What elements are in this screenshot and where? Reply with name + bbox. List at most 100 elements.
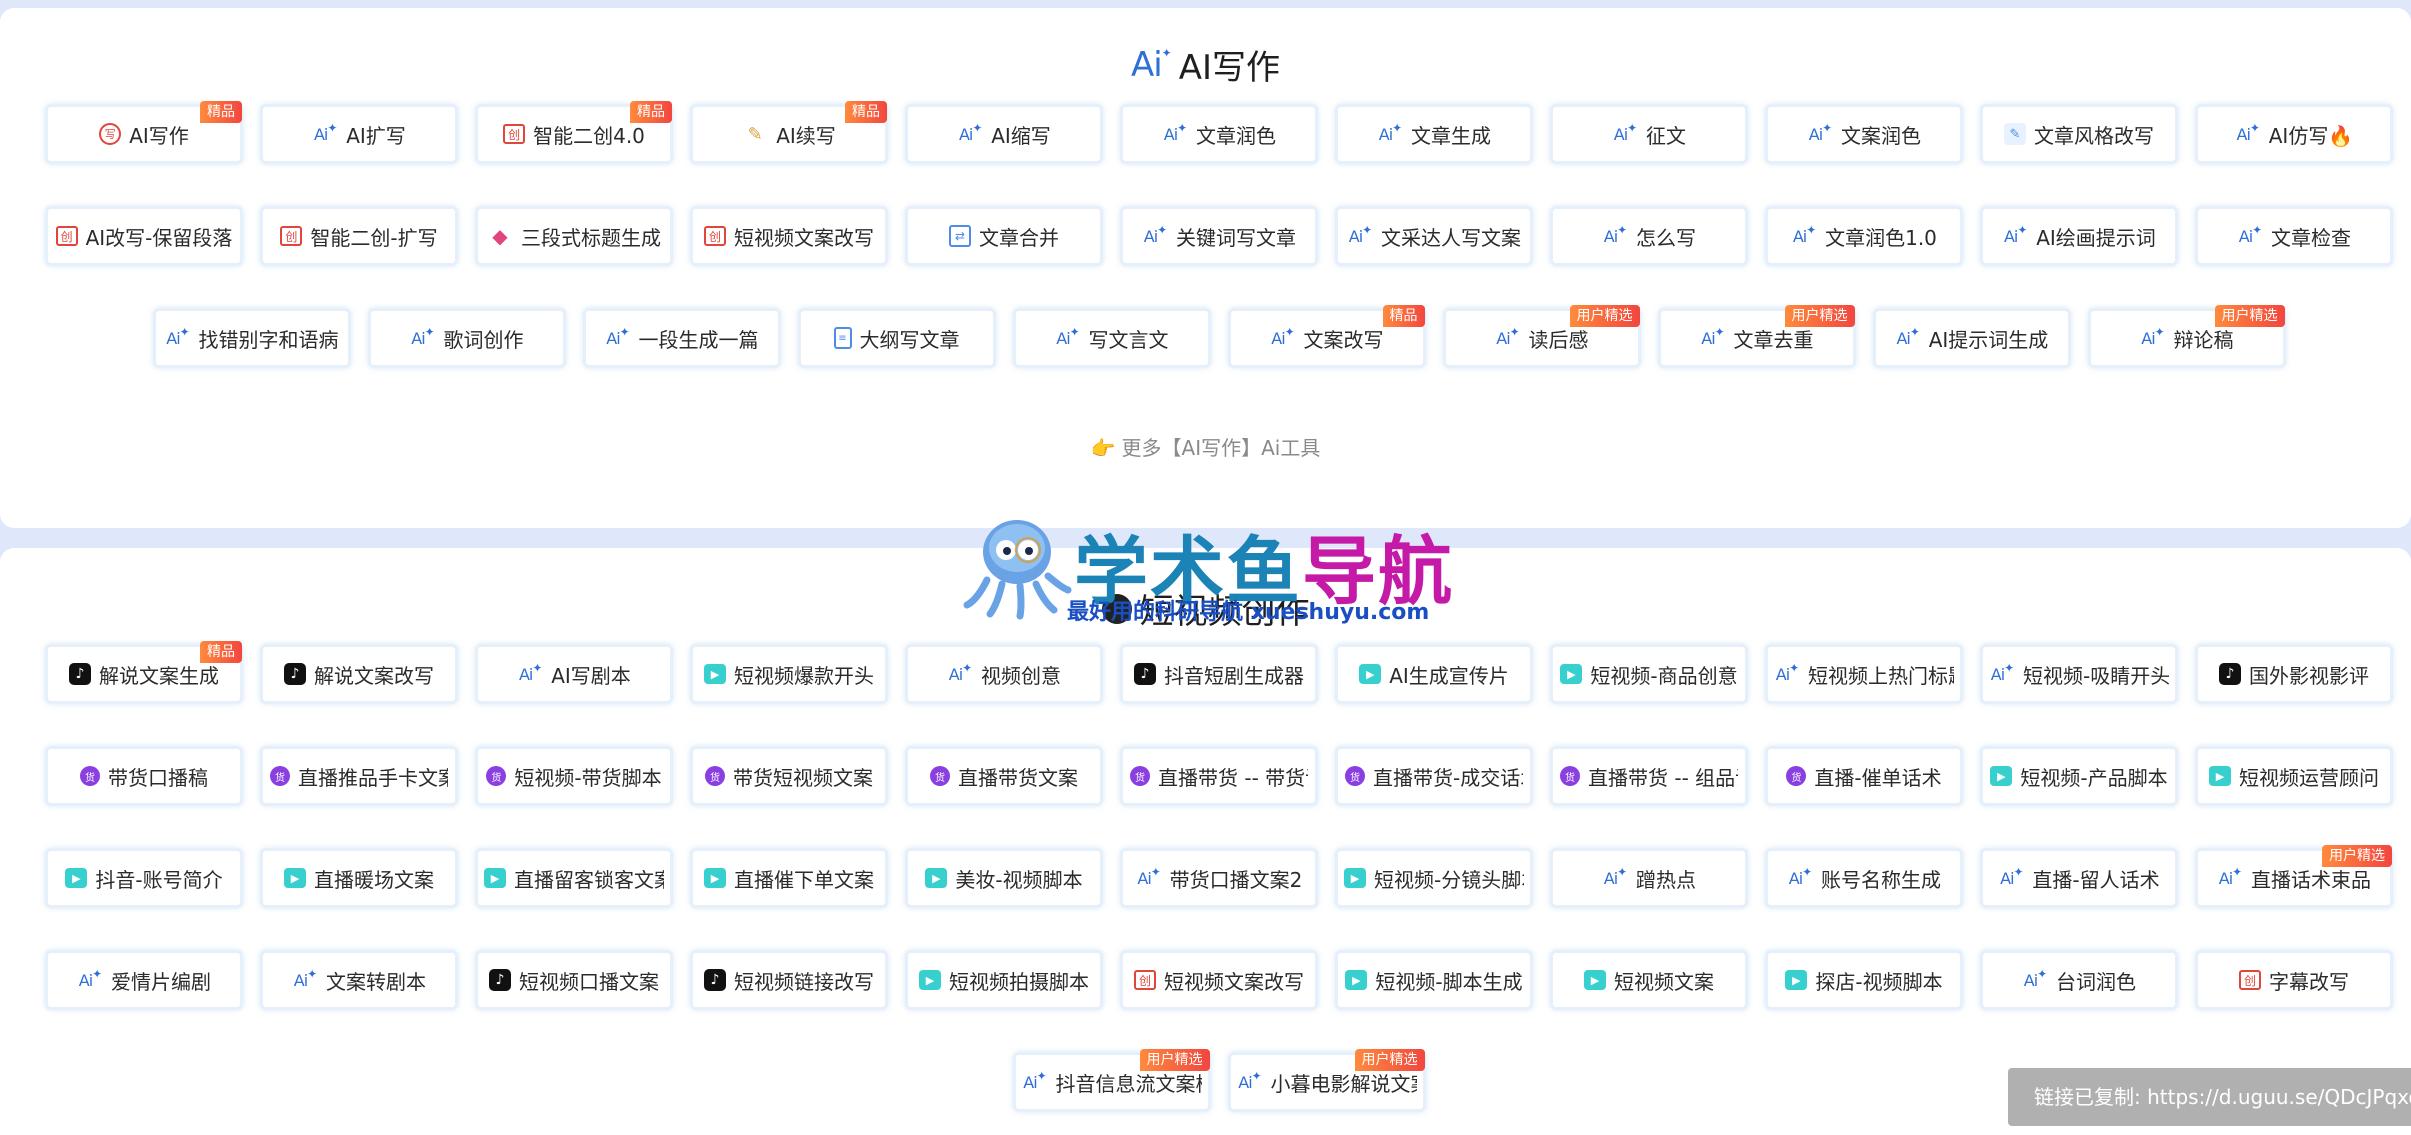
tool-card[interactable]: Ai ✦ AI提示词生成 xyxy=(1872,308,2071,368)
tool-card[interactable]: 货直播带货文案 xyxy=(905,746,1103,806)
tool-card[interactable]: Ai ✦ 辩论稿 用户精选 xyxy=(2087,305,2286,368)
pointing-hand-icon: 👉 xyxy=(1090,436,1116,460)
tool-card[interactable]: Ai ✦ 文章去重 用户精选 xyxy=(1657,305,1856,368)
tool-card[interactable]: Ai ✦ 找错别字和语病 xyxy=(152,308,351,368)
tool-card[interactable]: Ai ✦ 直播话术束品 用户精选 xyxy=(2195,845,2393,908)
tool-card[interactable]: ▶ 短视频-脚本生成 xyxy=(1335,950,1533,1010)
tool-card[interactable]: ▶ 短视频-分镜头脚本 xyxy=(1335,848,1533,908)
tool-card[interactable]: ≡ 大纲写文章 xyxy=(797,308,996,368)
stamp-icon: 创 xyxy=(503,124,526,144)
tool-card[interactable]: Ai ✦ 直播-留人话术 xyxy=(1980,848,2178,908)
tool-card[interactable]: ✎ AI续写 精品 xyxy=(690,101,888,164)
tool-card[interactable]: ▶ 短视频拍摄脚本 xyxy=(905,950,1103,1010)
tool-card[interactable]: Ai ✦ AI写剧本 xyxy=(475,644,673,704)
tool-card-label: 找错别字和语病 xyxy=(198,327,339,352)
section-title-text: AI写作 xyxy=(1178,48,1281,88)
tool-card[interactable]: ▶ 直播暖场文案 xyxy=(260,848,458,908)
tool-card[interactable]: Ai ✦ 短视频上热门标题 xyxy=(1765,644,1963,704)
tool-card[interactable]: Ai ✦ 写文言文 xyxy=(1012,308,1211,368)
tool-card[interactable]: Ai ✦ 账号名称生成 xyxy=(1765,848,1963,908)
tool-card-label: 短视频-带货脚本 xyxy=(514,765,662,790)
tool-card[interactable]: Ai ✦ 文案转剧本 xyxy=(260,950,458,1010)
tool-card[interactable]: Ai ✦ 文章润色 xyxy=(1120,104,1318,164)
tool-card[interactable]: 创字幕改写 xyxy=(2195,950,2393,1010)
tool-card[interactable]: ▶ 直播留客锁客文案 xyxy=(475,848,673,908)
tool-card[interactable]: 货带货口播稿 xyxy=(45,746,243,806)
tool-card[interactable]: Ai ✦ 一段生成一篇 xyxy=(582,308,781,368)
tool-card[interactable]: Ai ✦ AI绘画提示词 xyxy=(1980,206,2178,266)
tool-card[interactable]: Ai ✦ 征文 xyxy=(1550,104,1748,164)
tool-card[interactable]: ♪ 解说文案改写 xyxy=(260,644,458,704)
tool-card[interactable]: Ai ✦ 文章检查 xyxy=(2195,206,2393,266)
tool-card[interactable]: 创智能二创-扩写 xyxy=(260,206,458,266)
tool-card[interactable]: 货直播推品手卡文案 xyxy=(260,746,458,806)
tool-card[interactable]: 创智能二创4.0 精品 xyxy=(475,101,673,164)
tool-card[interactable]: ♪ 解说文案生成 精品 xyxy=(45,641,243,704)
tool-card[interactable]: ▶ 短视频-产品脚本 xyxy=(1980,746,2178,806)
tool-card[interactable]: Ai ✦ 歌词创作 xyxy=(367,308,566,368)
tool-card-label: 智能二创4.0 xyxy=(533,123,645,148)
tool-card[interactable]: Ai ✦ AI仿写🔥 xyxy=(2195,104,2393,164)
tool-card[interactable]: Ai ✦ 文章生成 xyxy=(1335,104,1533,164)
clapper-icon: ▶ xyxy=(1359,664,1382,684)
tool-card-label: 短视频爆款开头 xyxy=(734,663,874,688)
tool-card[interactable]: Ai ✦ AI缩写 xyxy=(905,104,1103,164)
tool-card[interactable]: 货直播带货 -- 组品话术 xyxy=(1550,746,1748,806)
tool-card-badge: 用户精选 xyxy=(2322,845,2392,867)
tool-card[interactable]: Ai ✦ 蹭热点 xyxy=(1550,848,1748,908)
tool-card[interactable]: Ai ✦ 台词润色 xyxy=(1980,950,2178,1010)
tool-card[interactable]: 创短视频文案改写 xyxy=(1120,950,1318,1010)
more-tools-link[interactable]: 👉 更多【AI写作】Ai工具 xyxy=(0,432,2411,461)
tool-card[interactable]: ▶ 短视频运营顾问 xyxy=(2195,746,2393,806)
tool-card[interactable]: ▶ 探店-视频脚本 xyxy=(1765,950,1963,1010)
tool-card[interactable]: ▶ 短视频爆款开头 xyxy=(690,644,888,704)
tool-card[interactable]: ▶ 美妆-视频脚本 xyxy=(905,848,1103,908)
tool-card[interactable]: 货直播带货-成交话术 xyxy=(1335,746,1533,806)
tool-card[interactable]: ▶ AI生成宣传片 xyxy=(1335,644,1533,704)
tool-card[interactable]: ♪ 国外影视影评 xyxy=(2195,644,2393,704)
tool-card[interactable]: Ai ✦ 文案改写 精品 xyxy=(1227,305,1426,368)
tool-card[interactable]: ♪ 短视频口播文案 xyxy=(475,950,673,1010)
tool-card[interactable]: Ai ✦ 文采达人写文案 xyxy=(1335,206,1533,266)
tool-card[interactable]: 货直播-催单话术 xyxy=(1765,746,1963,806)
tool-card-label: 怎么写 xyxy=(1636,225,1696,250)
goods-icon: 货 xyxy=(1130,766,1150,786)
tool-card[interactable]: Ai ✦ 爱情片编剧 xyxy=(45,950,243,1010)
tool-card[interactable]: Ai ✦ AI扩写 xyxy=(260,104,458,164)
tool-card[interactable]: ▶ 短视频文案 xyxy=(1550,950,1748,1010)
tool-card[interactable]: Ai ✦ 读后感 用户精选 xyxy=(1442,305,1641,368)
tool-card[interactable]: 创 AI改写-保留段落 xyxy=(45,206,243,266)
tool-card[interactable]: 货短视频-带货脚本 xyxy=(475,746,673,806)
tool-card[interactable]: Ai ✦ 关键词写文章 xyxy=(1120,206,1318,266)
tool-card-label: 小暮电影解说文案 xyxy=(1270,1071,1417,1096)
ai-icon: Ai ✦ xyxy=(1788,865,1812,888)
tool-card[interactable]: Ai✦ 抖音信息流文案模板用户精选 xyxy=(1012,1049,1211,1112)
tool-card-badge: 精品 xyxy=(200,641,242,663)
pen-icon: ✎ xyxy=(747,123,763,145)
tool-card[interactable]: ▶ 抖音-账号简介 xyxy=(45,848,243,908)
tool-card[interactable]: ✎ 文章风格改写 xyxy=(1980,104,2178,164)
tool-card-label: 智能二创-扩写 xyxy=(310,225,438,250)
tool-card[interactable]: 货带货短视频文案 xyxy=(690,746,888,806)
tool-card[interactable]: ▶ 直播催下单文案 xyxy=(690,848,888,908)
tool-card[interactable]: ♪ 抖音短剧生成器 xyxy=(1120,644,1318,704)
tool-card[interactable]: Ai ✦ 怎么写 xyxy=(1550,206,1748,266)
tool-card[interactable]: Ai ✦ 文章润色1.0 xyxy=(1765,206,1963,266)
tool-card[interactable]: 货直播带货 -- 带货话术 xyxy=(1120,746,1318,806)
tool-card[interactable]: ⇄ 文章合并 xyxy=(905,206,1103,266)
tool-card[interactable]: Ai ✦ 视频创意 xyxy=(905,644,1103,704)
tool-card[interactable]: ◆ 三段式标题生成 xyxy=(475,206,673,266)
tool-card[interactable]: ♪ 短视频链接改写 xyxy=(690,950,888,1010)
tool-card[interactable]: Ai ✦ 小暮电影解说文案 用户精选 xyxy=(1227,1049,1426,1112)
tool-card[interactable]: ▶ 短视频-商品创意 xyxy=(1550,644,1748,704)
clapper-icon: ▶ xyxy=(1560,664,1583,684)
tool-card[interactable]: Ai ✦ 文案润色 xyxy=(1765,104,1963,164)
tool-card[interactable]: Ai ✦ 短视频-吸睛开头 xyxy=(1980,644,2178,704)
clapper-icon: ▶ xyxy=(65,868,88,888)
edit-icon: ✎ xyxy=(2004,123,2026,145)
tool-card[interactable]: 写 AI写作 精品 xyxy=(45,101,243,164)
tool-card[interactable]: Ai ✦ 带货口播文案2 xyxy=(1120,848,1318,908)
goods-icon: 货 xyxy=(1560,766,1580,786)
tool-card[interactable]: 创短视频文案改写 xyxy=(690,206,888,266)
tool-card-label: 文采达人写文案 xyxy=(1381,225,1521,250)
